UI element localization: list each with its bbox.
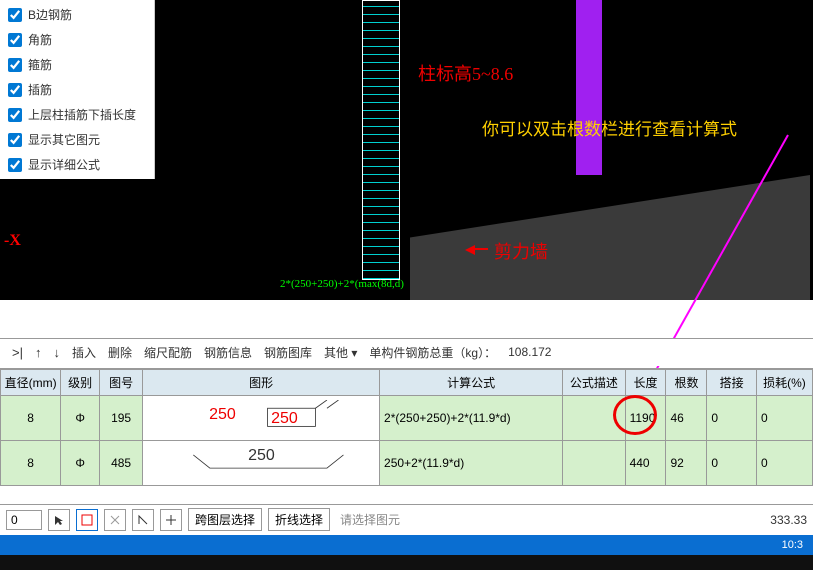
- check-label: 显示详细公式: [28, 156, 100, 173]
- rebar-table: 直径(mm) 级别 图号 图形 计算公式 公式描述 长度 根数 搭接 损耗(%)…: [0, 368, 813, 486]
- cell-fig[interactable]: 195: [100, 396, 143, 441]
- pillar-annotation: 柱标高5~8.6: [418, 60, 513, 86]
- total-weight-value: 108.172: [508, 345, 551, 359]
- cell-shape[interactable]: 250: [143, 441, 380, 486]
- btn-up[interactable]: ↑: [35, 345, 42, 360]
- axis-x-label: -X: [4, 232, 21, 250]
- wall-arrow-icon: [460, 243, 488, 253]
- cell-diameter[interactable]: 8: [1, 441, 61, 486]
- cell-length[interactable]: 440: [625, 441, 666, 486]
- col-grade[interactable]: 级别: [61, 370, 100, 396]
- table-row[interactable]: 8 Φ 195 250 250 2*(250+250)+2*(11.9*d) 1…: [1, 396, 813, 441]
- cell-count[interactable]: 92: [666, 441, 707, 486]
- checkbox[interactable]: [8, 58, 22, 72]
- check-corner-rebar[interactable]: 角筋: [0, 27, 154, 52]
- col-count[interactable]: 根数: [666, 370, 707, 396]
- cell-fig[interactable]: 485: [100, 441, 143, 486]
- btn-insert[interactable]: 插入: [72, 344, 96, 361]
- cell-calc[interactable]: 2*(250+250)+2*(11.9*d): [380, 396, 563, 441]
- cell-diameter[interactable]: 8: [1, 396, 61, 441]
- btn-cross-layer-select[interactable]: 跨图层选择: [188, 508, 262, 531]
- check-show-detail-formula[interactable]: 显示详细公式: [0, 152, 154, 177]
- check-stirrup[interactable]: 箍筋: [0, 52, 154, 77]
- col-diameter[interactable]: 直径(mm): [1, 370, 61, 396]
- col-shape[interactable]: 图形: [143, 370, 380, 396]
- wall-annotation: 剪力墙: [494, 238, 548, 264]
- check-label: 插筋: [28, 81, 52, 98]
- check-b-edge-rebar[interactable]: B边钢筋: [0, 2, 154, 27]
- check-upper-dowel-length[interactable]: 上层柱插筋下插长度: [0, 102, 154, 127]
- btn-goto-end[interactable]: >|: [12, 345, 23, 360]
- btn-rebar-library[interactable]: 钢筋图库: [264, 344, 312, 361]
- tool-rect-icon[interactable]: [76, 509, 98, 531]
- cell-calc[interactable]: 250+2*(11.9*d): [380, 441, 563, 486]
- col-length[interactable]: 长度: [625, 370, 666, 396]
- shape-dim: 250: [271, 410, 298, 428]
- status-value[interactable]: 0: [6, 510, 42, 530]
- cell-desc[interactable]: [563, 441, 625, 486]
- rebar-cage: [362, 0, 400, 280]
- btn-other-dropdown[interactable]: 其他 ▾: [324, 344, 357, 361]
- checkbox[interactable]: [8, 83, 22, 97]
- cell-loss[interactable]: 0: [756, 441, 812, 486]
- check-label: 角筋: [28, 31, 52, 48]
- cell-grade[interactable]: Φ: [61, 441, 100, 486]
- check-label: 上层柱插筋下插长度: [28, 106, 136, 123]
- clock: 10:3: [782, 539, 803, 551]
- cell-lap[interactable]: 0: [707, 441, 757, 486]
- check-label: B边钢筋: [28, 6, 72, 23]
- cell-shape[interactable]: 250 250: [143, 396, 380, 441]
- status-coord: 333.33: [770, 513, 807, 527]
- tool-pointer-icon[interactable]: [48, 509, 70, 531]
- btn-rebar-info[interactable]: 钢筋信息: [204, 344, 252, 361]
- tool-x-icon[interactable]: [104, 509, 126, 531]
- rebar-toolbar: >| ↑ ↓ 插入 删除 缩尺配筋 钢筋信息 钢筋图库 其他 ▾ 单构件钢筋总重…: [0, 338, 813, 366]
- status-bar: 0 跨图层选择 折线选择 请选择图元 333.33: [0, 504, 813, 534]
- status-hint: 请选择图元: [336, 511, 764, 528]
- check-label: 显示其它图元: [28, 131, 100, 148]
- col-loss[interactable]: 损耗(%): [756, 370, 812, 396]
- cell-count[interactable]: 46: [666, 396, 707, 441]
- btn-down[interactable]: ↓: [53, 345, 60, 360]
- pillar: [576, 0, 602, 175]
- title-bar: 10:3: [0, 535, 813, 555]
- col-lap[interactable]: 搭接: [707, 370, 757, 396]
- checkbox[interactable]: [8, 8, 22, 22]
- cell-grade[interactable]: Φ: [61, 396, 100, 441]
- checkbox[interactable]: [8, 33, 22, 47]
- hint-annotation: 你可以双击根数栏进行查看计算式: [482, 118, 792, 142]
- checkbox[interactable]: [8, 108, 22, 122]
- tool-move-icon[interactable]: [160, 509, 182, 531]
- total-weight-label: 单构件钢筋总重（kg）：: [369, 344, 496, 361]
- formula-overlay: 2*(250+250)+2*(max(8d,d): [280, 278, 404, 290]
- cell-length[interactable]: 1190: [625, 396, 666, 441]
- col-fig-no[interactable]: 图号: [100, 370, 143, 396]
- cell-desc[interactable]: [563, 396, 625, 441]
- tool-angle-icon[interactable]: [132, 509, 154, 531]
- btn-scale-rebar[interactable]: 缩尺配筋: [144, 344, 192, 361]
- taskbar: [0, 555, 813, 570]
- col-formula[interactable]: 计算公式: [380, 370, 563, 396]
- check-label: 箍筋: [28, 56, 52, 73]
- shape-dim: 250: [209, 406, 236, 424]
- checkbox[interactable]: [8, 133, 22, 147]
- checkbox[interactable]: [8, 158, 22, 172]
- cell-loss[interactable]: 0: [756, 396, 812, 441]
- check-dowel[interactable]: 插筋: [0, 77, 154, 102]
- floor-slab: [410, 175, 810, 300]
- table-row[interactable]: 8 Φ 485 250 250+2*(11.9*d) 440 92 0 0: [1, 441, 813, 486]
- layer-panel: B边钢筋 角筋 箍筋 插筋 上层柱插筋下插长度 显示其它图元 显示详细公式: [0, 0, 155, 179]
- btn-polyline-select[interactable]: 折线选择: [268, 508, 330, 531]
- shape-dim: 250: [248, 447, 275, 465]
- check-show-other[interactable]: 显示其它图元: [0, 127, 154, 152]
- btn-delete[interactable]: 删除: [108, 344, 132, 361]
- col-desc[interactable]: 公式描述: [563, 370, 625, 396]
- cell-lap[interactable]: 0: [707, 396, 757, 441]
